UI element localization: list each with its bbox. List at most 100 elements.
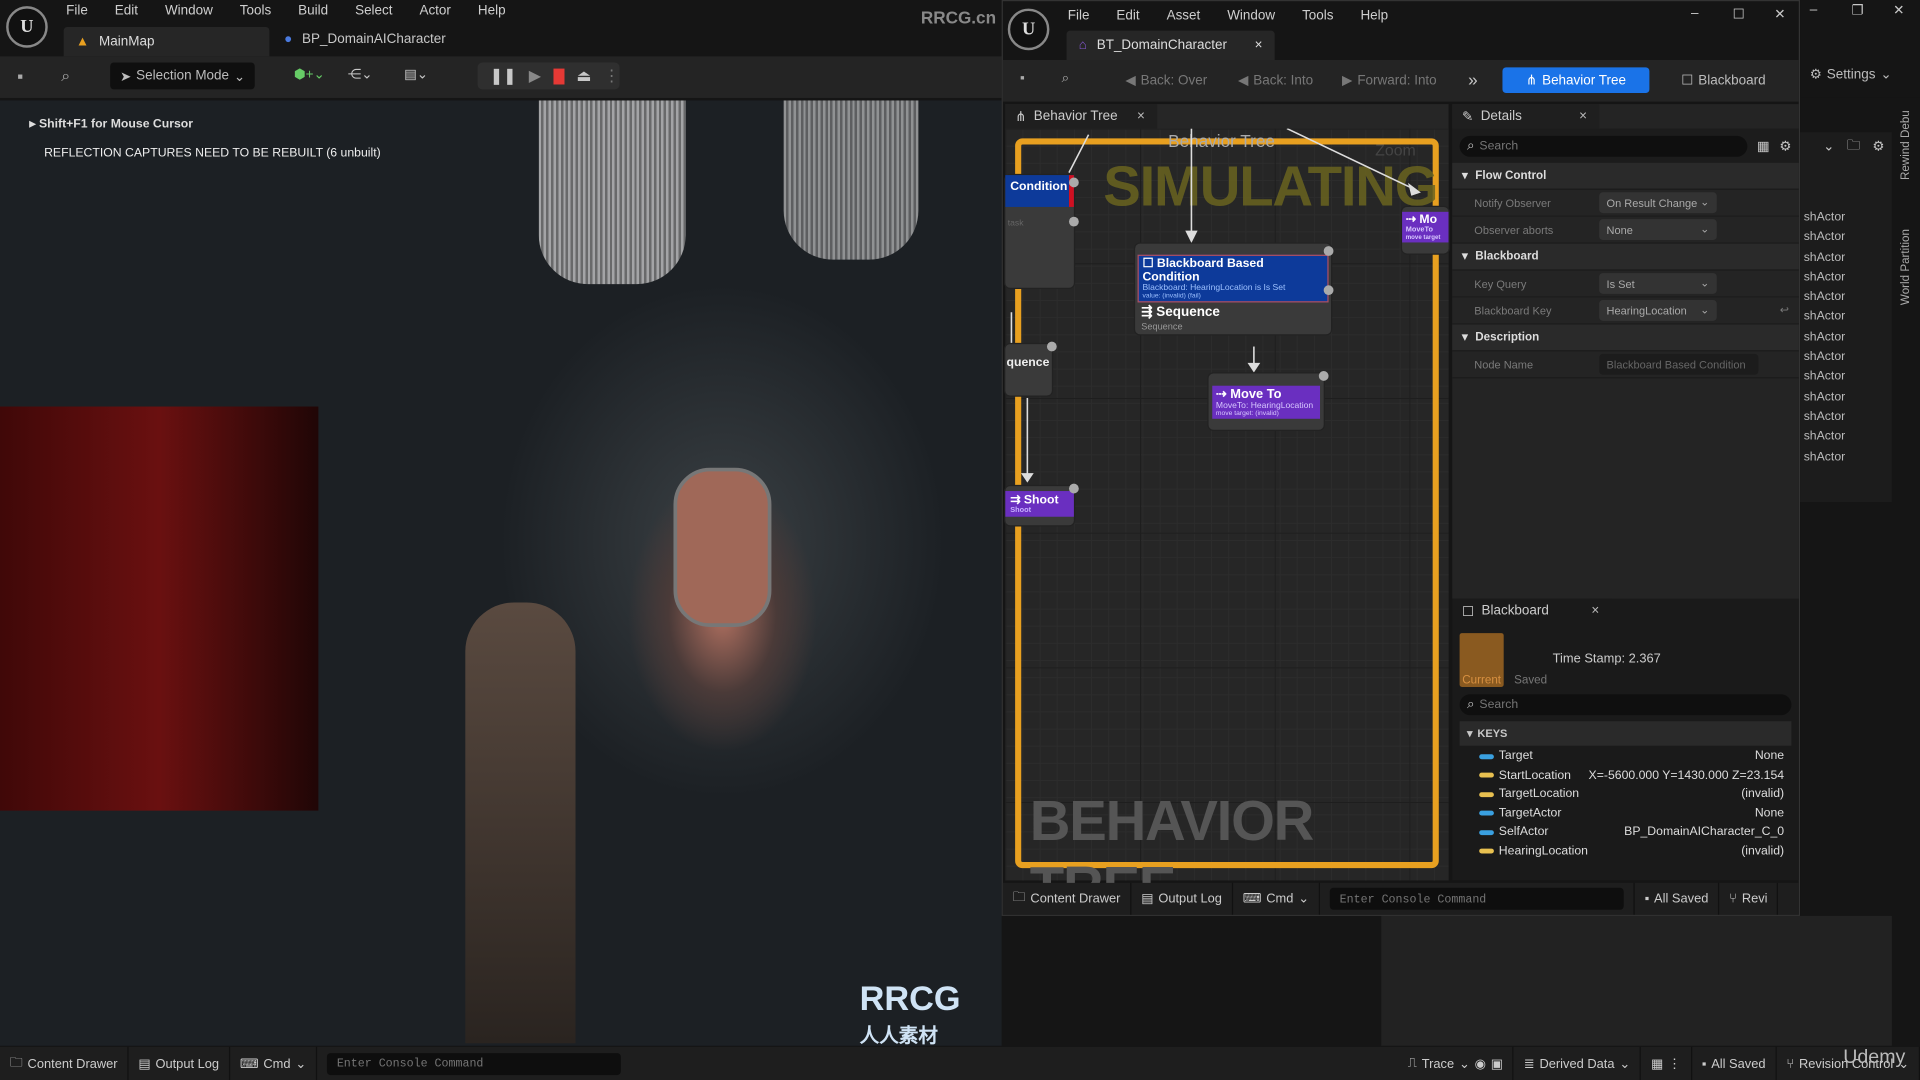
tab-bp-character[interactable]: ● BP_DomainAICharacter [284,32,446,47]
outliner-item[interactable]: shActor [1800,410,1892,430]
property-dropdown[interactable]: None ⌄ [1599,219,1717,241]
outliner-item[interactable]: shActor [1800,330,1892,350]
menu-edit[interactable]: Edit [1116,9,1139,24]
gear-icon[interactable]: ⚙ [1779,138,1791,154]
pin[interactable] [1323,246,1334,256]
back-over-button[interactable]: ◀ Back: Over [1125,72,1207,88]
menu-actor[interactable]: Actor [419,4,450,19]
pause-icon[interactable]: ❚❚ [490,66,517,86]
details-category[interactable]: ▾ Blackboard [1452,243,1799,271]
outliner-item[interactable]: shActor [1800,290,1892,310]
property-dropdown[interactable]: HearingLocation ⌄ [1599,300,1717,321]
content-drawer-button[interactable]: 🗀 Content Drawer [0,1046,129,1080]
all-saved-button[interactable]: ▪ All Saved [1635,882,1720,915]
grid-view-icon[interactable]: ▦ [1757,138,1770,154]
folder-icon[interactable]: 🗀 [1847,134,1860,157]
close-tab-icon[interactable]: × [1255,38,1263,53]
minimize-icon[interactable]: – [1810,2,1818,17]
close-tab-icon[interactable]: × [1137,109,1145,124]
blackboard-key-row[interactable]: TargetActor None [1460,804,1792,823]
tab-bt-domaincharacter[interactable]: ⌂ BT_DomainCharacter × [1066,30,1275,61]
condition-node-partial[interactable]: Condition task [1005,175,1079,288]
outliner-item[interactable]: shActor [1800,310,1892,330]
outliner-item[interactable]: shActor [1800,350,1892,370]
outliner-item[interactable]: shActor [1800,450,1892,470]
stop-icon[interactable] [553,67,565,84]
menu-tools[interactable]: Tools [1302,9,1333,24]
close-icon[interactable]: ✕ [1893,2,1904,19]
tab-behavior-tree[interactable]: ⋔ Behavior Tree × [1005,104,1158,129]
more-chevron-icon[interactable]: » [1468,70,1478,90]
keys-category[interactable]: ▾ KEYS [1459,721,1792,746]
outliner-item[interactable]: shActor [1800,430,1892,450]
tab-blackboard[interactable]: ☐ Blackboard × [1452,598,1612,624]
menu-edit[interactable]: Edit [115,4,138,19]
tab-details[interactable]: ✎ Details × [1452,104,1600,129]
output-log-button[interactable]: ▤ Output Log [1131,882,1233,915]
menu-help[interactable]: Help [478,4,506,19]
chevron-down-icon[interactable]: ⌄ [1823,138,1834,154]
more-icon[interactable]: ⋮ [604,66,620,86]
graph-canvas[interactable]: Behavior Tree Zoom SIMULATING BEHAVIOR T… [1005,128,1449,918]
property-dropdown[interactable]: On Result Change ⌄ [1599,192,1717,214]
details-category[interactable]: ▾ Description [1452,324,1799,352]
blackboard-key-row[interactable]: StartLocation X=-5600.000 Y=1430.000 Z=23… [1460,766,1792,785]
save-icon[interactable]: ▪ [1020,71,1025,86]
cmd-dropdown[interactable]: ⌨ Cmd ⌄ [1233,882,1321,915]
pin[interactable] [1068,216,1079,227]
cinematics-icon[interactable]: ▤⌄ [404,66,428,82]
outliner-item[interactable]: shActor [1800,270,1892,290]
close-tab-icon[interactable]: × [1591,604,1599,619]
unreal-logo[interactable]: U [1007,8,1050,51]
menu-build[interactable]: Build [298,4,328,19]
save-icon[interactable]: ▪ [17,66,23,86]
reset-icon[interactable]: ↩ [1780,304,1789,317]
menu-tools[interactable]: Tools [240,4,271,19]
move-to-node[interactable]: ⇢ Move To MoveTo: HearingLocation move t… [1208,371,1329,430]
settings-button[interactable]: ⚙ Settings ⌄ [1810,66,1892,82]
behavior-tree-mode-button[interactable]: ⋔ Behavior Tree [1502,67,1650,94]
console-input[interactable] [327,1052,621,1075]
add-actor-icon[interactable]: ⬢+⌄ [294,66,325,82]
sequence-node[interactable]: ☐ Blackboard Based Condition Blackboard:… [1135,243,1334,335]
pin[interactable] [1318,371,1329,381]
blueprint-icon[interactable]: ⋲⌄ [348,66,373,82]
menu-select[interactable]: Select [355,4,392,19]
screenshot-icon[interactable]: ▣ [1491,1056,1503,1071]
tab-world-partition[interactable]: World Partition [1899,229,1912,305]
content-drawer-button[interactable]: 🗀 Content Drawer [1003,882,1132,915]
current-button[interactable]: Current [1459,633,1504,687]
menu-window[interactable]: Window [1227,9,1275,24]
property-dropdown[interactable]: Is Set ⌄ [1599,273,1717,294]
unreal-logo[interactable]: U [6,6,48,48]
sequence-node-partial[interactable]: quence [1005,341,1057,396]
tab-mainmap[interactable]: ▲ MainMap [63,26,270,57]
minimize-icon[interactable]: – [1691,6,1699,21]
blackboard-key-row[interactable]: SelfActor BP_DomainAICharacter_C_0 [1460,823,1792,842]
node-name-field[interactable]: Blackboard Based Condition [1599,353,1759,375]
revision-control-button[interactable]: ⑂ Revi [1719,882,1779,915]
details-category[interactable]: ▾ Flow Control [1452,162,1799,190]
outliner-item[interactable]: shActor [1800,231,1892,251]
outliner-item[interactable]: shActor [1800,390,1892,410]
move-to-node-partial[interactable]: ⇢ Mo MoveTo move target [1402,206,1449,254]
step-icon[interactable]: ▶ [529,66,541,86]
trace-button[interactable]: ⎍ Trace ⌄ ◉ ▣ [1398,1046,1514,1080]
cmd-dropdown[interactable]: ⌨ Cmd ⌄ [230,1046,318,1080]
menu-file[interactable]: File [1068,9,1090,24]
console-input[interactable] [1329,887,1624,910]
menu-help[interactable]: Help [1360,9,1388,24]
browse-icon[interactable]: ⌕ [1062,71,1070,87]
saved-button[interactable]: Saved [1509,633,1553,686]
restore-icon[interactable]: ❐ [1851,2,1863,19]
outliner-item[interactable]: shActor [1800,370,1892,390]
tab-rewind-debugger[interactable]: Rewind Debu [1899,110,1912,180]
blackboard-key-row[interactable]: Target None [1460,747,1792,766]
derived-data-button[interactable]: ≣ Derived Data ⌄ [1514,1046,1642,1080]
menu-window[interactable]: Window [165,4,213,19]
blackboard-key-row[interactable]: HearingLocation (invalid) [1460,842,1792,861]
all-saved-button[interactable]: ▪ All Saved [1692,1046,1777,1080]
pin[interactable] [1046,341,1057,352]
close-icon[interactable]: ✕ [1774,6,1785,22]
blackboard-key-row[interactable]: TargetLocation (invalid) [1460,785,1792,804]
